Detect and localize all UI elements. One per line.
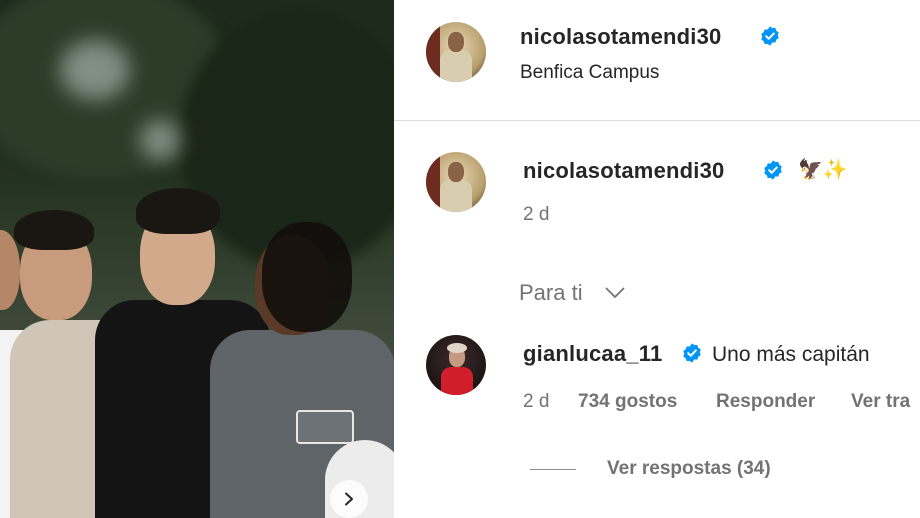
reply-button[interactable]: Responder [716,391,815,413]
comment-username[interactable]: gianlucaa_11 [523,341,662,367]
verified-badge-icon [764,160,782,180]
next-photo-button[interactable] [330,480,368,518]
post-photo[interactable] [0,0,394,518]
view-replies-button[interactable]: Ver respostas (34) [607,458,771,480]
avatar[interactable] [426,335,486,395]
caption-timestamp[interactable]: 2 d [523,204,549,226]
avatar[interactable] [426,152,486,212]
verified-badge-icon [761,26,779,46]
sort-label[interactable]: Para ti [519,280,583,306]
caption-username[interactable]: nicolasotamendi30 [523,158,724,184]
verified-badge-icon [683,343,701,363]
sky-patch [60,40,130,100]
avatar[interactable] [426,22,486,82]
header-divider [394,120,920,121]
replies-divider-line [530,469,576,470]
caption-text: 🦅✨ [798,159,848,181]
comment-timestamp[interactable]: 2 d [523,391,549,413]
post-location[interactable]: Benfica Campus [520,62,659,84]
post-author-username[interactable]: nicolasotamendi30 [520,24,721,50]
chevron-right-icon [345,492,353,506]
translate-button[interactable]: Ver tra [851,391,910,413]
chevron-down-icon[interactable] [605,287,625,299]
comment-likes[interactable]: 734 gostos [578,391,677,413]
comment-text: Uno más capitán [712,343,870,366]
sky-patch [140,120,180,160]
